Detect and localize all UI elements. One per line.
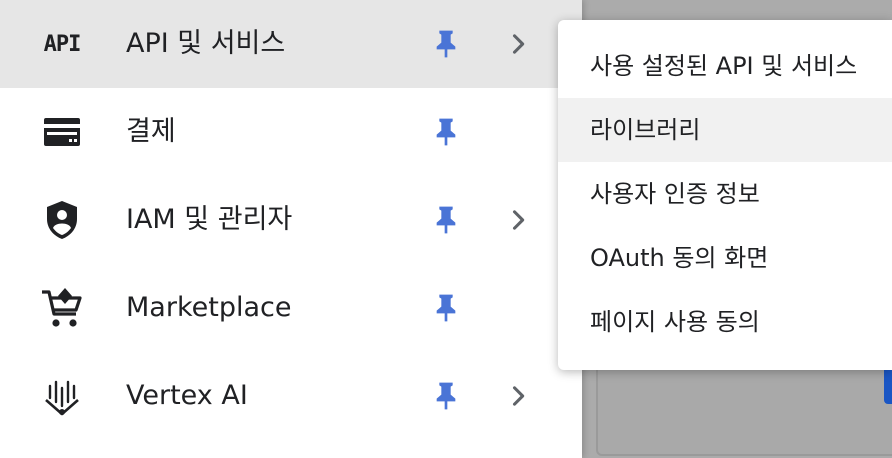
pin-icon[interactable] xyxy=(430,292,462,324)
chevron-right-icon xyxy=(512,34,525,54)
submenu-item-enabled-apis[interactable]: 사용 설정된 API 및 서비스 xyxy=(558,34,892,98)
marketplace-cart-icon xyxy=(40,286,84,330)
nav-item-label: 결제 xyxy=(126,116,176,147)
chevron-right-icon xyxy=(512,210,525,230)
submenu-item-library[interactable]: 라이브러리 xyxy=(558,98,892,162)
nav-item-vertex-ai[interactable]: Vertex AI xyxy=(0,352,582,440)
submenu-item-credentials[interactable]: 사용자 인증 정보 xyxy=(558,162,892,226)
navigation-menu: API API 및 서비스 결제 IAM 및 관리자 Marketplace V… xyxy=(0,0,582,458)
content-card xyxy=(596,356,892,456)
nav-item-label: Marketplace xyxy=(126,292,292,323)
pin-icon[interactable] xyxy=(430,380,462,412)
api-icon-text: API xyxy=(43,31,82,57)
vertex-ai-icon xyxy=(40,374,84,418)
billing-card-icon xyxy=(40,110,84,154)
nav-item-label: IAM 및 관리자 xyxy=(126,204,293,235)
submenu-item-page-usage-consent[interactable]: 페이지 사용 동의 xyxy=(558,290,892,354)
nav-item-billing[interactable]: 결제 xyxy=(0,88,582,176)
chevron-right-icon xyxy=(512,386,525,406)
nav-item-marketplace[interactable]: Marketplace xyxy=(0,264,582,352)
submenu-item-oauth-consent[interactable]: OAuth 동의 화면 xyxy=(558,226,892,290)
pin-icon[interactable] xyxy=(430,116,462,148)
nav-item-api-services[interactable]: API API 및 서비스 xyxy=(0,0,582,88)
api-icon: API xyxy=(40,22,84,66)
page: API API 및 서비스 결제 IAM 및 관리자 Marketplace V… xyxy=(0,0,892,458)
pin-icon[interactable] xyxy=(430,28,462,60)
nav-item-label: Vertex AI xyxy=(126,380,248,411)
nav-item-iam-admin[interactable]: IAM 및 관리자 xyxy=(0,176,582,264)
iam-shield-icon xyxy=(40,198,84,242)
api-services-submenu: 사용 설정된 API 및 서비스 라이브러리 사용자 인증 정보 OAuth 동… xyxy=(558,20,892,370)
nav-item-label: API 및 서비스 xyxy=(126,28,286,59)
pin-icon[interactable] xyxy=(430,204,462,236)
